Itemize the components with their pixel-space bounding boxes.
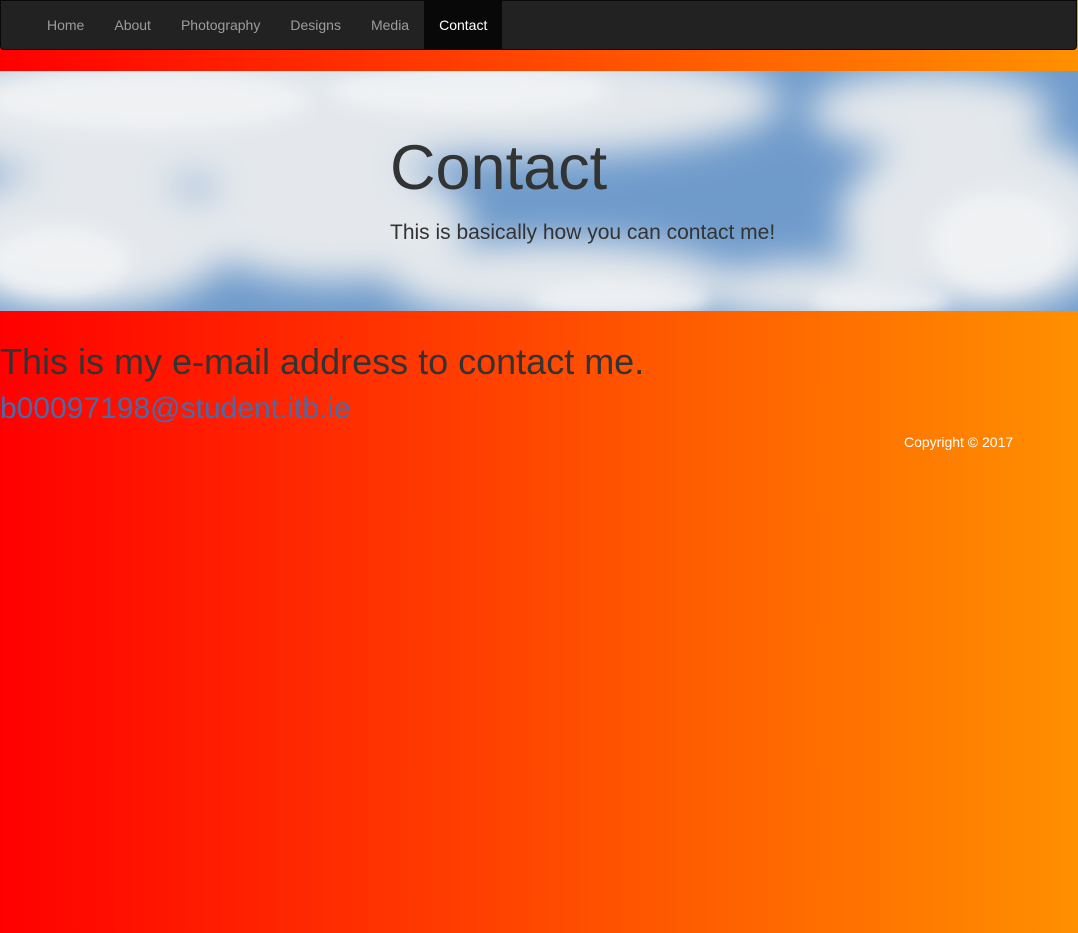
top-navbar: Home About Photography Designs Media Con…	[0, 0, 1077, 50]
copyright-text: Copyright © 2017	[904, 434, 1014, 450]
nav-item-contact[interactable]: Contact	[424, 1, 503, 49]
contact-heading: This is my e-mail address to contact me.	[0, 341, 645, 382]
nav-item-home[interactable]: Home	[32, 1, 99, 49]
nav-item-about[interactable]: About	[99, 1, 166, 49]
email-link[interactable]: b00097198@student.itb.ie	[0, 392, 351, 426]
nav-item-photography[interactable]: Photography	[166, 1, 275, 49]
page-title: Contact	[390, 133, 608, 203]
page-subtitle: This is basically how you can contact me…	[390, 221, 776, 244]
nav-item-designs[interactable]: Designs	[275, 1, 356, 49]
nav-item-media[interactable]: Media	[356, 1, 424, 49]
hero-banner: Contact This is basically how you can co…	[0, 71, 1078, 311]
